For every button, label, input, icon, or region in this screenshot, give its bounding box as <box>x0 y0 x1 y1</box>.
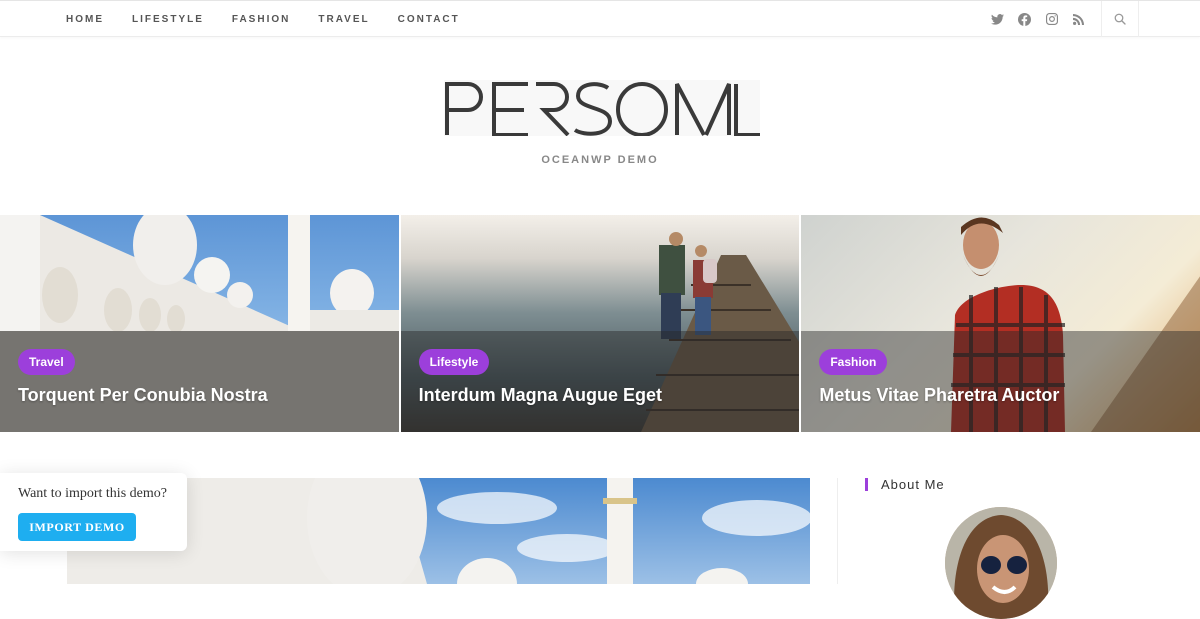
featured-post-title[interactable]: Interdum Magna Augue Eget <box>419 385 662 406</box>
site-tagline: OCEANWP DEMO <box>541 154 659 166</box>
featured-post-title[interactable]: Metus Vitae Pharetra Auctor <box>819 385 1059 406</box>
top-navigation-bar: HOME LIFESTYLE FASHION TRAVEL CONTACT <box>0 0 1200 37</box>
featured-post-card[interactable]: Travel Torquent Per Conubia Nostra <box>0 215 399 432</box>
main-menu: HOME LIFESTYLE FASHION TRAVEL CONTACT <box>52 1 474 37</box>
featured-post-title[interactable]: Torquent Per Conubia Nostra <box>18 385 268 406</box>
instagram-icon[interactable] <box>1038 1 1065 37</box>
category-badge[interactable]: Fashion <box>819 349 888 375</box>
import-demo-button[interactable]: IMPORT DEMO <box>18 513 136 541</box>
title-accent-bar <box>865 477 868 491</box>
search-toggle[interactable] <box>1101 1 1139 37</box>
nav-item-contact[interactable]: CONTACT <box>384 14 474 25</box>
featured-posts: Travel Torquent Per Conubia Nostra Lifes… <box>0 215 1200 432</box>
rss-icon[interactable] <box>1065 1 1092 37</box>
import-demo-popup: Want to import this demo? IMPORT DEMO <box>0 473 187 551</box>
nav-item-lifestyle[interactable]: LIFESTYLE <box>118 14 218 25</box>
nav-item-fashion[interactable]: FASHION <box>218 14 304 25</box>
featured-post-card[interactable]: Fashion Metus Vitae Pharetra Auctor <box>801 215 1200 432</box>
sidebar-divider <box>837 478 838 584</box>
category-badge[interactable]: Lifestyle <box>418 349 490 375</box>
about-me-avatar <box>945 507 1057 619</box>
nav-item-travel[interactable]: TRAVEL <box>304 14 383 25</box>
twitter-icon[interactable] <box>984 1 1011 37</box>
nav-item-home[interactable]: HOME <box>52 14 118 25</box>
facebook-icon[interactable] <box>1011 1 1038 37</box>
featured-post-card[interactable]: Lifestyle Interdum Magna Augue Eget <box>400 215 800 432</box>
about-me-widget-title: About Me <box>865 476 945 492</box>
social-links <box>984 1 1092 37</box>
site-logo[interactable] <box>444 80 760 136</box>
category-badge[interactable]: Travel <box>18 349 75 375</box>
import-demo-question: Want to import this demo? <box>18 486 167 501</box>
search-icon <box>1114 13 1126 25</box>
